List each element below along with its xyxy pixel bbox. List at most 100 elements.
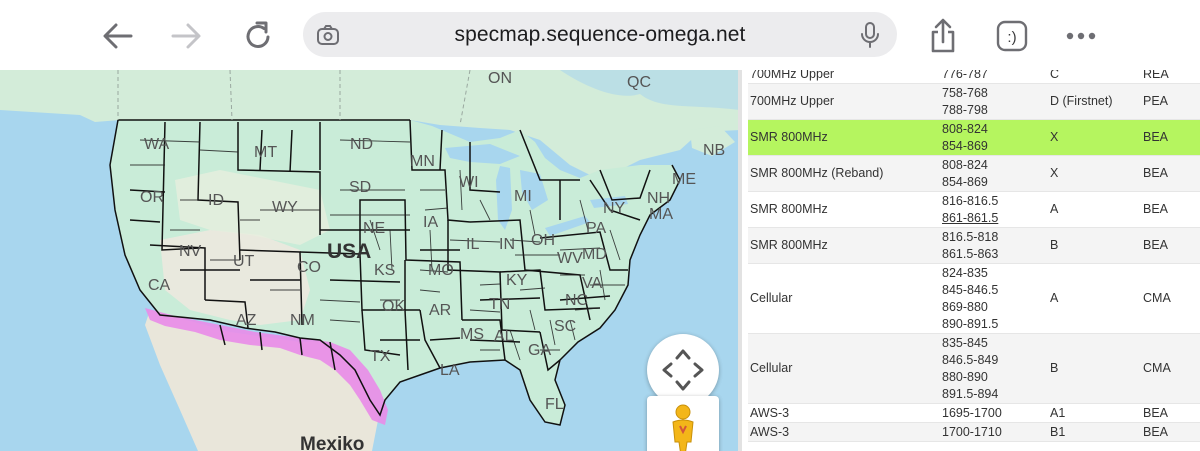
forward-button[interactable] [164, 14, 208, 58]
map-label-sd: SD [349, 179, 372, 196]
service-cell: 700MHz Upper [750, 70, 835, 81]
table-row[interactable]: SMR 800MHz 808-824 854-869 X BEA [748, 120, 1200, 156]
area-type-cell: BEA [1143, 405, 1169, 420]
table-row[interactable]: 700MHz Upper 758-768 788-798 D (Firstnet) PE… [748, 84, 1200, 120]
table-row[interactable]: SMR 800MHz (Reband) 808-824 854-869 X BEA [748, 156, 1200, 192]
block-cell: B [1050, 238, 1059, 252]
url-text[interactable]: specmap.sequence-omega.net [303, 12, 897, 57]
frequency-range: 869-880 [942, 299, 988, 314]
frequency-range: 776-787 [942, 70, 988, 81]
service-cell: AWS-3 [750, 405, 790, 420]
map-label-pa: PA [586, 220, 607, 237]
map-label-mexico: Mexiko [300, 434, 365, 451]
map-label-nm: NM [290, 312, 315, 329]
map-label-usa: USA [327, 240, 372, 263]
map-label-wa: WA [144, 136, 170, 153]
extension-icon: :) [996, 20, 1028, 52]
map-label-md: MD [582, 246, 607, 263]
service-cell: SMR 800MHz (Reband) [750, 166, 884, 180]
block-cell: B1 [1050, 424, 1066, 439]
table-row[interactable]: AWS-3 1700-1710 B1 BEA [748, 423, 1200, 442]
area-type-cell: REA [1143, 70, 1169, 81]
frequency-range: 854-869 [942, 174, 988, 189]
frequency-range: 808-824 [942, 157, 988, 172]
block-cell: A [1050, 291, 1059, 305]
service-cell: Cellular [750, 291, 793, 305]
frequency-range: 788-798 [942, 102, 988, 117]
map-label-mn: MN [410, 153, 435, 170]
map-label-ma: MA [649, 206, 673, 223]
extension-button[interactable]: :) [990, 14, 1034, 58]
map-label-fl: FL [545, 396, 564, 413]
frequency-range: 861-861.5 [942, 210, 999, 225]
address-bar[interactable]: specmap.sequence-omega.net [303, 12, 897, 57]
map-label-ks: KS [374, 262, 396, 279]
microphone-icon[interactable] [857, 21, 883, 49]
map-label-in: IN [499, 236, 515, 253]
frequency-range: 880-890 [942, 369, 988, 384]
map-label-nv: NV [179, 243, 202, 260]
map-label-oh: OH [531, 232, 555, 249]
pegman-icon [672, 404, 694, 451]
frequency-range: 890-891.5 [942, 316, 999, 331]
table-row[interactable]: 700MHz Upper 776-787 C REA [748, 70, 1200, 84]
frequency-cell: 816.5-818 861.5-863 [942, 228, 1042, 263]
block-cell: C [1050, 70, 1060, 81]
map-label-mi: MI [514, 188, 532, 205]
spectrum-map[interactable]: ON QC NB WA MT ND MN ME SD WI MI OR ID W… [0, 70, 740, 451]
frequency-range: 835-845 [942, 335, 988, 350]
frequency-range: 816-816.5 [942, 193, 999, 208]
map-label-ga: GA [528, 342, 552, 359]
frequency-cell: 835-845 846.5-849 880-890 891.5-894 [942, 334, 1042, 403]
more-icon [1066, 32, 1096, 40]
map-label-on: ON [488, 70, 512, 87]
service-cell: Cellular [750, 361, 793, 375]
more-button[interactable] [1059, 14, 1103, 58]
frequency-cell: 808-824 854-869 [942, 120, 1042, 155]
table-row[interactable]: SMR 800MHz 816.5-818 861.5-863 B BEA [748, 228, 1200, 264]
street-view-control[interactable] [647, 396, 719, 451]
map-label-mt: MT [254, 144, 278, 161]
map-label-al: AL [494, 328, 514, 345]
reload-button[interactable] [236, 14, 280, 58]
map-label-me: ME [672, 171, 696, 188]
map-label-tn: TN [489, 296, 511, 313]
frequency-cell: 816-816.5 861-861.5 [942, 192, 1042, 227]
map-label-ia: IA [423, 214, 439, 231]
share-icon [931, 18, 955, 53]
frequency-cell: 758-768 788-798 [942, 84, 1042, 119]
back-button[interactable] [96, 14, 140, 58]
map-label-tx: TX [370, 348, 391, 365]
area-type-cell: PEA [1143, 94, 1169, 108]
area-type-cell: BEA [1143, 238, 1169, 252]
frequency-range: 824-835 [942, 265, 988, 280]
block-cell: A [1050, 202, 1059, 216]
frequency-range: 808-824 [942, 121, 988, 136]
table-row[interactable]: AWS-3 1695-1700 A1 BEA [748, 404, 1200, 423]
service-cell: 700MHz Upper [750, 94, 835, 108]
table-row[interactable]: Cellular 835-845 846.5-849 880-890 891.5-894… [748, 334, 1200, 404]
frequency-range: 816.5-818 [942, 229, 999, 244]
map-label-nd: ND [350, 136, 374, 153]
frequency-cell: 1695-1700 [942, 404, 1042, 422]
map-label-mo: MO [428, 262, 454, 279]
frequency-range: 854-869 [942, 138, 988, 153]
service-cell: AWS-3 [750, 424, 790, 439]
frequency-cell: 808-824 854-869 [942, 156, 1042, 191]
share-button[interactable] [921, 14, 965, 58]
area-type-cell: BEA [1143, 166, 1169, 180]
area-type-cell: CMA [1143, 291, 1171, 305]
table-row[interactable]: Cellular 824-835 845-846.5 869-880 890-891.5… [748, 264, 1200, 334]
block-cell: B [1050, 361, 1059, 375]
map-label-ar: AR [429, 302, 452, 319]
service-cell: SMR 800MHz [750, 238, 828, 252]
map-label-az: AZ [236, 312, 257, 329]
map-label-il: IL [466, 236, 480, 253]
area-type-cell: BEA [1143, 202, 1169, 216]
area-type-cell: BEA [1143, 424, 1169, 439]
map-label-ny: NY [603, 200, 626, 217]
frequency-range: 846.5-849 [942, 352, 999, 367]
map-label-qc: QC [627, 74, 651, 91]
service-cell: SMR 800MHz [750, 130, 828, 144]
table-row[interactable]: SMR 800MHz 816-816.5 861-861.5 A BEA [748, 192, 1200, 228]
